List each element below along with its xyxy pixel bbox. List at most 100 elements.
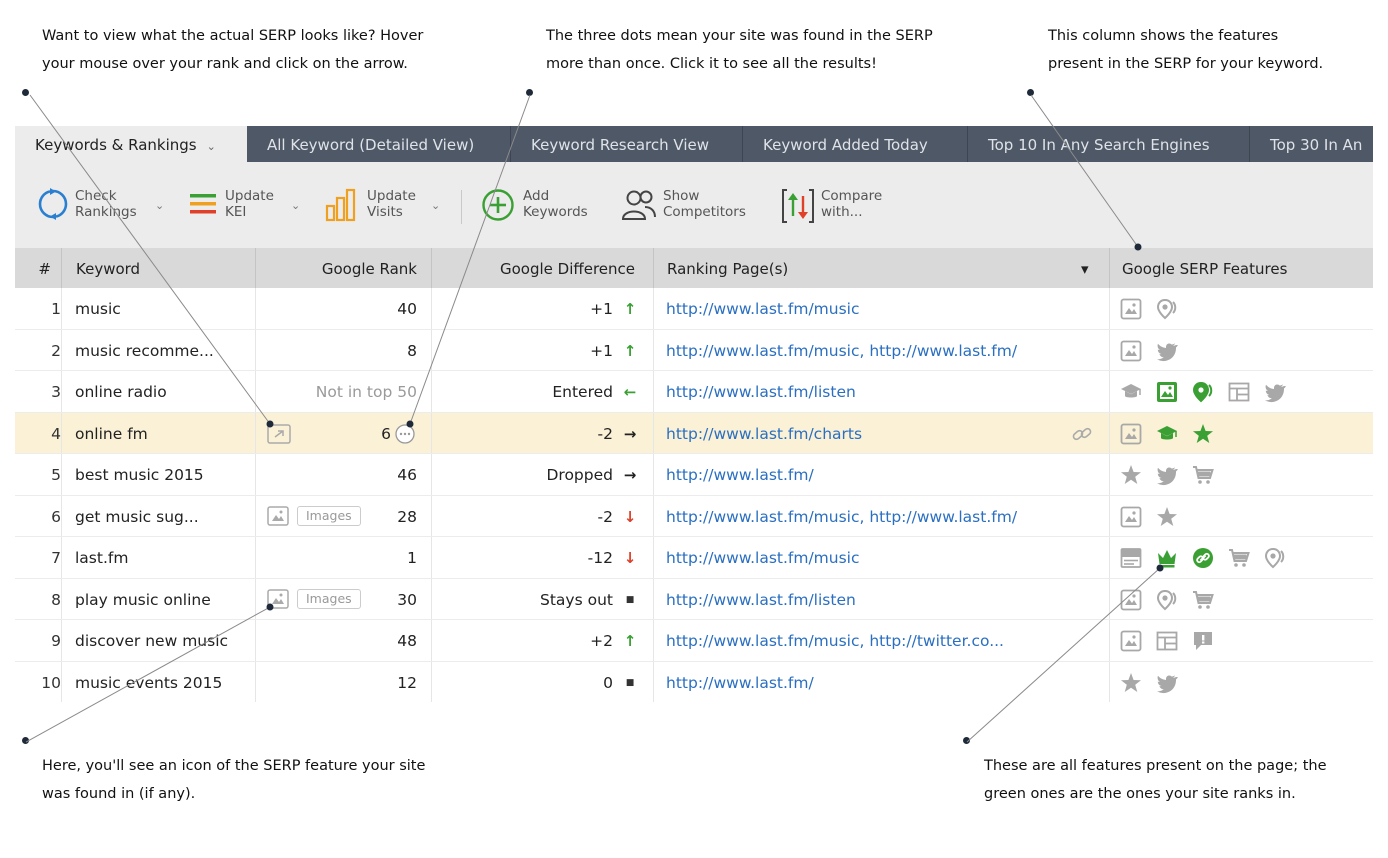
ranking-page-link[interactable]: http://www.last.fm/listen — [666, 371, 856, 412]
table-feature-icon[interactable] — [1228, 381, 1250, 403]
show-competitors-button[interactable]: Show Competitors — [621, 188, 761, 226]
knowledge-feature-icon[interactable] — [1120, 381, 1142, 403]
ranking-page-link[interactable]: http://www.last.fm/charts — [666, 413, 862, 454]
chevron-down-icon[interactable]: ⌄ — [155, 198, 164, 214]
add-keywords-button[interactable]: Add Keywords — [481, 188, 601, 226]
tab-keyword-research[interactable]: Keyword Research View — [511, 126, 743, 162]
table-row[interactable]: 2 music recomme... 8 +1 ↑ http://www.last.fm/… — [15, 329, 1373, 371]
table-row[interactable]: 4 online fm 6 -2 → http://www.last.fm/charts — [15, 412, 1373, 454]
column-header-google-difference[interactable]: Google Difference — [431, 248, 653, 288]
tab-keywords-rankings[interactable]: Keywords & Rankings ⌄ — [15, 126, 247, 162]
ranking-page-link[interactable]: http://www.last.fm/listen — [666, 579, 856, 620]
twitter-feature-icon[interactable] — [1156, 464, 1178, 486]
tab-keyword-added-today[interactable]: Keyword Added Today — [743, 126, 968, 162]
link-feature-icon[interactable] — [1192, 547, 1214, 569]
column-header-keyword[interactable]: Keyword — [61, 248, 255, 288]
twitter-feature-icon[interactable] — [1264, 381, 1286, 403]
chevron-down-icon[interactable]: ⌄ — [207, 140, 216, 153]
keyword-cell[interactable]: play music online — [75, 579, 211, 620]
star-feature-icon[interactable] — [1120, 672, 1142, 694]
ranking-page-link[interactable]: http://www.last.fm/ — [666, 662, 814, 703]
table-row[interactable]: 8 play music online Images 30 Stays out ■ http… — [15, 578, 1373, 620]
google-rank-cell[interactable]: 12 — [255, 662, 417, 703]
star-feature-icon[interactable] — [1120, 464, 1142, 486]
image-feature-icon[interactable] — [1120, 506, 1142, 528]
local-feature-icon[interactable] — [1192, 381, 1214, 403]
column-header-num[interactable]: # — [15, 248, 51, 288]
google-rank-cell[interactable]: 46 — [255, 454, 417, 495]
google-rank-cell[interactable]: 1 — [255, 537, 417, 578]
ranking-page-link[interactable]: http://www.last.fm/music, http://twitter… — [666, 620, 1004, 661]
image-feature-icon[interactable] — [1120, 298, 1142, 320]
twitter-feature-icon[interactable] — [1156, 672, 1178, 694]
review-feature-icon[interactable] — [1192, 630, 1214, 652]
keyword-cell[interactable]: music recomme... — [75, 330, 214, 371]
keyword-cell[interactable]: get music sug... — [75, 496, 199, 537]
table-row[interactable]: 9 discover new music 48 +2 ↑ http://www.last.… — [15, 620, 1373, 662]
keyword-cell[interactable]: online fm — [75, 413, 148, 454]
chevron-down-icon[interactable]: ⌄ — [431, 198, 440, 214]
cart-feature-icon[interactable] — [1228, 547, 1250, 569]
table-row[interactable]: 1 music 40 +1 ↑ http://www.last.fm/music — [15, 288, 1373, 330]
keyword-cell[interactable]: discover new music — [75, 620, 228, 661]
sort-dropdown-icon[interactable]: ▾ — [1081, 248, 1101, 288]
google-rank-cell[interactable]: 8 — [255, 330, 417, 371]
update-kei-button[interactable]: Update KEI ⌄ — [189, 188, 309, 226]
crown-feature-icon[interactable] — [1156, 547, 1178, 569]
compare-arrows-icon — [782, 189, 814, 223]
column-divider — [61, 454, 62, 495]
more-results-dots-icon[interactable] — [395, 423, 415, 444]
cart-feature-icon[interactable] — [1192, 464, 1214, 486]
knowledge-feature-icon[interactable] — [1156, 423, 1178, 445]
google-rank-cell[interactable]: 6 — [255, 413, 391, 454]
keyword-cell[interactable]: last.fm — [75, 537, 128, 578]
table-row[interactable]: 7 last.fm 1 -12 ↓ http://www.last.fm/music — [15, 537, 1373, 579]
ranking-page-link[interactable]: http://www.last.fm/ — [666, 454, 814, 495]
column-divider — [61, 620, 62, 661]
keyword-cell[interactable]: music events 2015 — [75, 662, 222, 703]
table-row[interactable]: 5 best music 2015 46 Dropped → http://www.las… — [15, 454, 1373, 496]
table-row[interactable]: 3 online radio Not in top 50 Entered ← http:/… — [15, 371, 1373, 413]
google-difference-cell: Entered — [552, 383, 613, 401]
ranking-page-link[interactable]: http://www.last.fm/music — [666, 288, 860, 329]
star-feature-icon[interactable] — [1156, 506, 1178, 528]
table-row[interactable]: 6 get music sug... Images 28 -2 ↓ http://www.l… — [15, 495, 1373, 537]
tab-all-keyword-detailed[interactable]: All Keyword (Detailed View) — [247, 126, 511, 162]
ranking-page-link[interactable]: http://www.last.fm/music, http://www.las… — [666, 330, 1017, 371]
table-feature-icon[interactable] — [1156, 630, 1178, 652]
column-header-serp-features[interactable]: Google SERP Features — [1109, 248, 1373, 288]
local-feature-icon[interactable] — [1156, 298, 1178, 320]
tab-top-30[interactable]: Top 30 In An — [1250, 126, 1373, 162]
image-feature-icon[interactable] — [1120, 630, 1142, 652]
local-feature-icon[interactable] — [1156, 589, 1178, 611]
table-row[interactable]: 10 music events 2015 12 0 ■ http://www.last.f… — [15, 661, 1373, 703]
google-rank-cell[interactable]: 30 — [255, 579, 417, 620]
image-feature-icon[interactable] — [1120, 423, 1142, 445]
chevron-down-icon[interactable]: ⌄ — [291, 198, 300, 214]
column-divider — [431, 495, 432, 536]
ranking-page-link[interactable]: http://www.last.fm/music, http://www.las… — [666, 496, 1017, 537]
keyword-cell[interactable]: music — [75, 288, 121, 329]
local-feature-icon[interactable] — [1264, 547, 1286, 569]
column-header-google-rank[interactable]: Google Rank — [255, 248, 431, 288]
image-feature-icon[interactable] — [1120, 589, 1142, 611]
google-rank-cell[interactable]: 28 — [255, 496, 417, 537]
google-rank-cell[interactable]: Not in top 50 — [255, 371, 417, 412]
cart-feature-icon[interactable] — [1192, 589, 1214, 611]
image-feature-icon[interactable] — [1156, 381, 1178, 403]
keyword-cell[interactable]: best music 2015 — [75, 454, 204, 495]
check-rankings-button[interactable]: Check Rankings ⌄ — [37, 188, 187, 226]
keyword-cell[interactable]: online radio — [75, 371, 167, 412]
twitter-feature-icon[interactable] — [1156, 340, 1178, 362]
update-visits-button[interactable]: Update Visits ⌄ — [325, 188, 455, 226]
google-rank-cell[interactable]: 48 — [255, 620, 417, 661]
google-rank-cell[interactable]: 40 — [255, 288, 417, 329]
star-feature-icon[interactable] — [1192, 423, 1214, 445]
ranking-page-link[interactable]: http://www.last.fm/music — [666, 537, 860, 578]
compare-with-button[interactable]: Compare with... — [781, 188, 901, 226]
column-header-ranking-pages[interactable]: Ranking Page(s) — [653, 248, 1109, 288]
ad-feature-icon[interactable] — [1120, 547, 1142, 569]
image-feature-icon[interactable] — [1120, 340, 1142, 362]
link-icon[interactable] — [1071, 424, 1093, 444]
tab-top-10[interactable]: Top 10 In Any Search Engines — [968, 126, 1250, 162]
